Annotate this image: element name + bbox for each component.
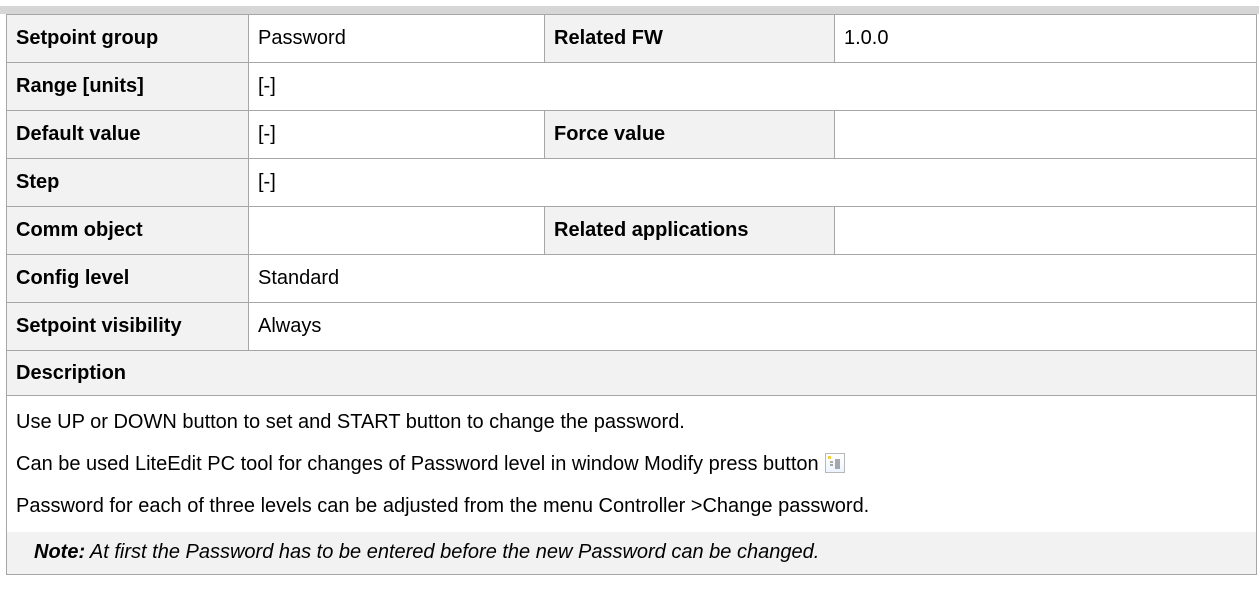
table-row: Config level Standard <box>6 254 1257 303</box>
related-fw-label: Related FW <box>544 14 835 63</box>
table-row: Step [-] <box>6 158 1257 207</box>
comm-object-label: Comm object <box>6 206 249 255</box>
setpoint-group-label: Setpoint group <box>6 14 249 63</box>
config-level-value: Standard <box>248 254 1257 303</box>
note-box: Note: At first the Password has to be en… <box>7 532 1256 574</box>
description-paragraph-3: Password for each of three levels can be… <box>16 495 870 517</box>
force-value-value <box>834 110 1257 159</box>
setpoint-table: Setpoint group Password Related FW 1.0.0… <box>6 14 1257 575</box>
range-value: [-] <box>248 62 1257 111</box>
range-label: Range [units] <box>6 62 249 111</box>
setpoint-visibility-label: Setpoint visibility <box>6 302 249 351</box>
description-paragraph-1: Use UP or DOWN button to set and START b… <box>16 411 685 433</box>
force-value-label: Force value <box>544 110 835 159</box>
table-row: Range [units] [-] <box>6 62 1257 111</box>
note-text: At first the Password has to be entered … <box>85 541 820 563</box>
related-fw-value: 1.0.0 <box>834 14 1257 63</box>
table-row: Comm object Related applications <box>6 206 1257 255</box>
table-row: Default value [-] Force value <box>6 110 1257 159</box>
step-value: [-] <box>248 158 1257 207</box>
related-applications-value <box>834 206 1257 255</box>
default-value-label: Default value <box>6 110 249 159</box>
description-paragraph-2-text: Can be used LiteEdit PC tool for changes… <box>16 453 819 475</box>
step-label: Step <box>6 158 249 207</box>
description-body: Use UP or DOWN button to set and START b… <box>6 395 1257 575</box>
description-paragraph-2: Can be used LiteEdit PC tool for changes… <box>16 452 1247 476</box>
header-divider <box>0 6 1259 14</box>
table-row: Setpoint group Password Related FW 1.0.0 <box>6 14 1257 63</box>
modify-button-icon <box>824 453 845 473</box>
setpoint-group-value: Password <box>248 14 545 63</box>
description-heading: Description <box>6 350 1257 396</box>
note-label: Note: <box>34 541 86 563</box>
default-value-value: [-] <box>248 110 545 159</box>
config-level-label: Config level <box>6 254 249 303</box>
description-header-row: Description <box>6 350 1257 396</box>
setpoint-visibility-value: Always <box>248 302 1257 351</box>
top-strip <box>0 0 1259 14</box>
related-applications-label: Related applications <box>544 206 835 255</box>
table-row: Setpoint visibility Always <box>6 302 1257 351</box>
description-body-row: Use UP or DOWN button to set and START b… <box>6 395 1257 575</box>
comm-object-value <box>248 206 545 255</box>
